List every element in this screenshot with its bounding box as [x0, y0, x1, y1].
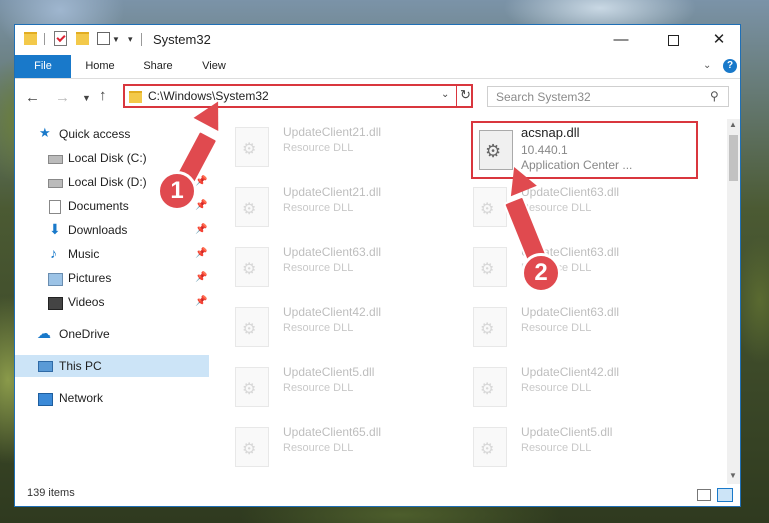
dll-file-icon — [473, 247, 507, 287]
vertical-scrollbar[interactable]: ▲ ▼ — [727, 119, 740, 484]
file-item[interactable]: UpdateClient42.dll Resource DLL — [461, 363, 691, 413]
divider — [141, 33, 142, 46]
folder-icon — [24, 32, 37, 45]
sidebar-item-videos[interactable]: Videos 📌 — [15, 291, 209, 313]
dll-file-icon — [235, 307, 269, 347]
large-icons-view-icon[interactable] — [717, 488, 733, 502]
file-item[interactable]: UpdateClient5.dll Resource DLL — [223, 363, 453, 413]
file-description: Application Center ... — [521, 158, 633, 172]
sidebar-item-onedrive[interactable]: ☁ OneDrive — [15, 323, 209, 345]
documents-icon — [49, 200, 61, 214]
file-item[interactable]: UpdateClient42.dll Resource DLL — [223, 303, 453, 353]
tab-home[interactable]: Home — [79, 55, 121, 78]
file-item[interactable]: UpdateClient21.dll Resource DLL — [223, 123, 453, 173]
dll-file-icon — [235, 187, 269, 227]
pin-icon[interactable]: 📌 — [195, 291, 207, 313]
star-icon: ★ — [39, 125, 51, 140]
item-count: 139 items — [27, 487, 75, 499]
dll-file-icon — [473, 427, 507, 467]
sidebar-item-quick-access[interactable]: ★ Quick access — [15, 123, 209, 145]
up-arrow-icon[interactable]: ↑ — [99, 87, 107, 104]
dll-file-icon — [473, 187, 507, 227]
music-icon: ♪ — [50, 245, 57, 261]
dll-file-icon — [235, 127, 269, 167]
file-version: 10.440.1 — [521, 143, 568, 157]
file-item[interactable]: UpdateClient21.dll Resource DLL — [223, 183, 453, 233]
details-view-icon[interactable] — [697, 489, 711, 501]
forward-arrow-icon[interactable]: → — [55, 89, 70, 106]
search-icon[interactable]: ⚲ — [710, 89, 719, 103]
cloud-icon: ☁ — [37, 325, 51, 341]
minimize-button[interactable]: — — [598, 27, 644, 53]
properties-icon[interactable] — [54, 31, 67, 46]
close-button[interactable]: ✕ — [696, 27, 742, 53]
ribbon: File Home Share View ⌄ ? — [15, 55, 740, 79]
file-item[interactable]: UpdateClient65.dll Resource DLL — [223, 423, 453, 473]
scroll-up-icon[interactable]: ▲ — [729, 120, 737, 129]
dll-file-icon — [235, 427, 269, 467]
scroll-down-icon[interactable]: ▼ — [729, 471, 737, 480]
search-placeholder[interactable]: Search System32 — [496, 90, 591, 104]
dll-file-icon — [235, 367, 269, 407]
scrollbar-thumb[interactable] — [729, 135, 738, 181]
sidebar-item-this-pc[interactable]: This PC — [15, 355, 209, 377]
file-item[interactable]: UpdateClient63.dll Resource DLL — [223, 243, 453, 293]
maximize-icon — [667, 34, 679, 46]
tab-share[interactable]: Share — [137, 55, 179, 78]
pin-icon[interactable]: 📌 — [195, 243, 207, 265]
pin-icon[interactable]: 📌 — [195, 267, 207, 289]
status-bar: 139 items — [15, 484, 740, 506]
search-input[interactable]: Search System32 ⚲ — [487, 86, 729, 107]
tab-view[interactable]: View — [193, 55, 235, 78]
maximize-button[interactable] — [650, 27, 696, 53]
refresh-icon[interactable]: ↻ — [460, 87, 471, 103]
pin-icon[interactable]: 📌 — [195, 195, 207, 217]
divider — [456, 86, 457, 106]
dll-file-icon — [479, 130, 513, 170]
chevron-down-icon[interactable]: ⌄ — [441, 89, 449, 100]
network-icon — [38, 393, 53, 406]
drive-icon — [48, 155, 63, 164]
back-arrow-icon[interactable]: ← — [25, 89, 40, 106]
pc-icon — [38, 361, 53, 372]
step-badge-2: 2 — [521, 253, 561, 293]
file-item[interactable]: UpdateClient63.dll Resource DLL — [461, 243, 691, 293]
recent-locations-icon[interactable]: ▼ — [82, 93, 91, 103]
pictures-icon — [48, 273, 63, 286]
dll-file-icon — [235, 247, 269, 287]
file-item[interactable]: UpdateClient63.dll Resource DLL — [461, 303, 691, 353]
expand-ribbon-icon[interactable]: ⌄ — [703, 60, 711, 71]
sidebar-item-music[interactable]: ♪ Music 📌 — [15, 243, 209, 265]
sidebar-item-network[interactable]: Network — [15, 387, 209, 409]
folder-icon — [129, 91, 142, 103]
tab-file[interactable]: File — [15, 55, 71, 78]
drive-icon — [48, 179, 63, 188]
download-icon: ⬇ — [49, 221, 61, 237]
customize-toolbar-icon[interactable]: ▾ — [128, 34, 133, 45]
file-name: acsnap.dll — [521, 125, 580, 140]
window-title: System32 — [153, 32, 211, 47]
dll-file-icon — [473, 307, 507, 347]
chevron-down-icon[interactable]: ▼ — [112, 35, 120, 44]
address-bar[interactable]: C:\Windows\System32 ⌄ ↻ — [123, 84, 473, 108]
file-item[interactable]: UpdateClient63.dll Resource DLL — [461, 183, 691, 233]
sidebar-item-downloads[interactable]: ⬇ Downloads 📌 — [15, 219, 209, 241]
step-badge-1: 1 — [157, 171, 197, 211]
new-folder-icon[interactable] — [76, 32, 89, 45]
videos-icon — [48, 297, 63, 310]
dll-file-icon — [473, 367, 507, 407]
sidebar-item-pictures[interactable]: Pictures 📌 — [15, 267, 209, 289]
file-item[interactable]: UpdateClient5.dll Resource DLL — [461, 423, 691, 473]
explorer-window: ▼ ▾ System32 — ✕ File Home Share View ⌄ … — [14, 24, 741, 507]
pin-icon[interactable]: 📌 — [195, 219, 207, 241]
view-icon[interactable] — [97, 32, 110, 45]
divider — [44, 33, 45, 45]
help-icon[interactable]: ? — [723, 59, 737, 73]
title-bar: ▼ ▾ System32 — ✕ — [15, 25, 740, 55]
